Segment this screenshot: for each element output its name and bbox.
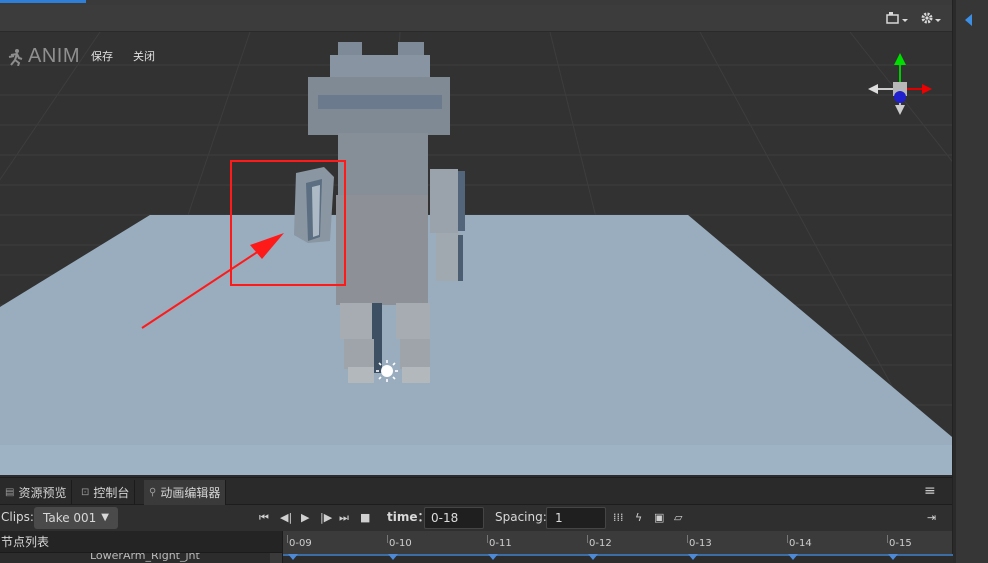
tick-mark xyxy=(387,535,388,543)
keyframe-marker[interactable] xyxy=(788,554,798,560)
brand: ANIM xyxy=(6,45,80,68)
spacing-label: Spacing: xyxy=(495,510,547,524)
chevron-down-icon: ▼ xyxy=(101,512,109,523)
viewport-3d[interactable] xyxy=(0,32,952,475)
brand-name: ANIM xyxy=(28,45,80,67)
hamburger-icon[interactable]: ≡ xyxy=(924,483,936,499)
node-label: LowerArm_Right_jnt xyxy=(90,553,200,562)
tick-mark xyxy=(887,535,888,543)
timeline-tick: 0-11 xyxy=(489,538,512,549)
timeline[interactable]: 0-09 0-10 0-11 0-12 0-13 0-14 0-15 xyxy=(282,531,953,563)
keyframe-marker[interactable] xyxy=(488,554,498,560)
clips-label: Clips: xyxy=(1,510,34,524)
tab-label: 资源预览 xyxy=(18,486,67,500)
stop-icon[interactable]: ■ xyxy=(360,511,370,524)
animation-control-bar: Clips: Take 001 ▼ ⏮ ◀| ▶ |▶ ⏭ ■ time： 0-… xyxy=(0,505,952,531)
spacing-input[interactable]: 1 xyxy=(546,507,606,529)
tick-mark xyxy=(287,535,288,543)
tick-mark xyxy=(687,535,688,543)
tick-mark xyxy=(487,535,488,543)
timeline-tick: 0-14 xyxy=(789,538,812,549)
right-panel xyxy=(952,0,988,563)
scene-view[interactable]: ANIM 保存 关闭 xyxy=(0,5,952,475)
gear-icon[interactable] xyxy=(920,11,944,27)
list-item[interactable]: LowerArm_Right_jnt xyxy=(0,553,270,563)
dock-tabs: ▤ 资源预览 ⊡ 控制台 ⚲ 动画编辑器 ≡ xyxy=(0,478,952,505)
clip-select[interactable]: Take 001 ▼ xyxy=(34,507,118,529)
runner-icon: ⚲ xyxy=(149,487,157,498)
keyframe-marker[interactable] xyxy=(288,554,298,560)
keyframe-marker[interactable] xyxy=(588,554,598,560)
camera-icon[interactable] xyxy=(886,11,908,27)
book-icon[interactable]: ▱ xyxy=(674,511,682,524)
grid-dots-icon[interactable]: ⁞⁞⁞ xyxy=(613,511,624,524)
skip-last-icon[interactable]: ⏭ xyxy=(339,511,349,525)
keyframe-marker[interactable] xyxy=(888,554,898,560)
axis-gizmo[interactable] xyxy=(864,51,936,121)
time-input[interactable]: 0-18 xyxy=(424,507,484,529)
save-button[interactable]: 保存 xyxy=(91,48,113,64)
tab-animation-editor[interactable]: ⚲ 动画编辑器 xyxy=(144,480,227,505)
runner-icon xyxy=(8,48,23,66)
scene-toolbar xyxy=(0,5,952,32)
step-forward-icon[interactable]: |▶ xyxy=(320,511,332,524)
play-icon[interactable]: ▶ xyxy=(301,511,309,524)
tick-mark xyxy=(587,535,588,543)
node-list-scrollbar[interactable] xyxy=(270,553,282,563)
keyframe-marker[interactable] xyxy=(388,554,398,560)
step-back-icon[interactable]: ◀| xyxy=(280,511,292,524)
active-tab-indicator xyxy=(0,0,86,3)
panel-separator xyxy=(953,0,956,563)
exit-icon[interactable]: ⇥ xyxy=(927,511,936,524)
expand-panel-icon[interactable] xyxy=(965,14,972,26)
file-icon: ▤ xyxy=(5,487,15,498)
bottom-dock: ▤ 资源预览 ⊡ 控制台 ⚲ 动画编辑器 ≡ Clips: Take 001 ▼… xyxy=(0,477,953,563)
keyframe-marker[interactable] xyxy=(688,554,698,560)
timeline-tick: 0-10 xyxy=(389,538,412,549)
tab-label: 动画编辑器 xyxy=(160,486,221,500)
console-icon: ⊡ xyxy=(81,487,90,498)
keyframe-track[interactable] xyxy=(283,554,953,563)
close-button[interactable]: 关闭 xyxy=(133,48,155,64)
lightning-icon[interactable]: ϟ xyxy=(635,511,642,524)
save-icon[interactable]: ▣ xyxy=(654,511,664,524)
timeline-tick: 0-13 xyxy=(689,538,712,549)
node-list-header: 节点列表 xyxy=(0,531,282,553)
tick-mark xyxy=(787,535,788,543)
tab-assets[interactable]: ▤ 资源预览 xyxy=(0,480,73,505)
skip-first-icon[interactable]: ⏮ xyxy=(259,511,269,525)
timeline-tick: 0-09 xyxy=(289,538,312,549)
tab-label: 控制台 xyxy=(93,486,130,500)
timeline-tick: 0-12 xyxy=(589,538,612,549)
timeline-tick: 0-15 xyxy=(889,538,912,549)
tab-console[interactable]: ⊡ 控制台 xyxy=(76,480,136,505)
clip-select-value: Take 001 xyxy=(43,511,97,525)
